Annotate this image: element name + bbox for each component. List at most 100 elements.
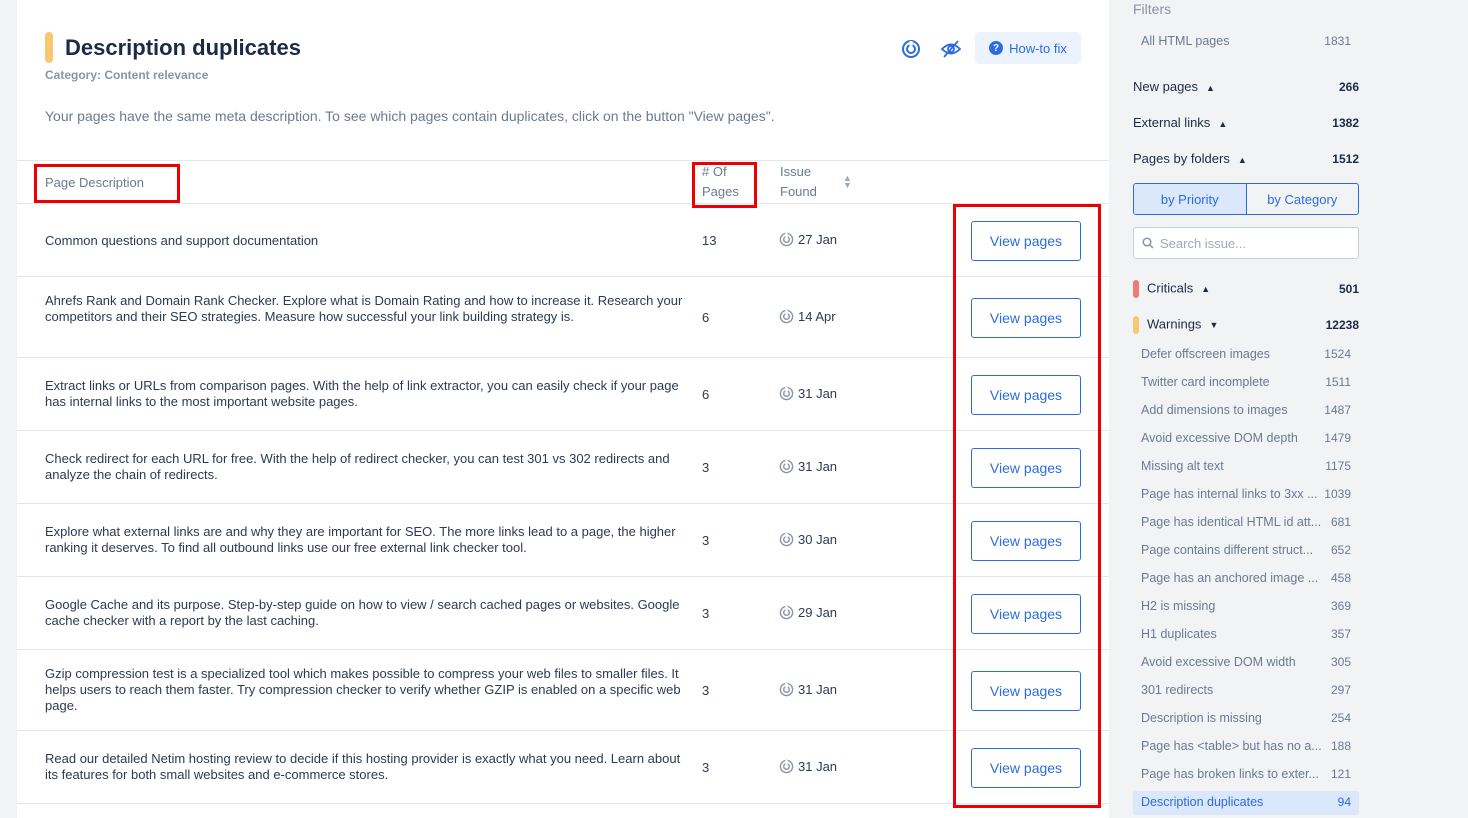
highlight-box-view-buttons xyxy=(953,204,1101,808)
table-row: Gzip compression test is a specialized t… xyxy=(17,650,1109,731)
row-page-count: 3 xyxy=(702,760,710,775)
filter-label: Criticals xyxy=(1147,280,1194,296)
question-icon: ? xyxy=(989,41,1004,55)
filter-count: 1382 xyxy=(1332,115,1359,130)
row-date: 31 Jan xyxy=(798,386,838,401)
table-row: Read our detailed Netim hosting review t… xyxy=(17,731,1109,804)
search-box xyxy=(1133,227,1359,259)
row-issue-found: 31 Jan xyxy=(779,759,837,774)
filter-group-warnings[interactable]: Warnings ▼ 12238 xyxy=(1133,316,1359,334)
filter-label: Page has <table> but has no a... xyxy=(1141,739,1321,753)
category-label: Category: Content relevance xyxy=(45,68,209,82)
filter-warning-item[interactable]: H2 is missing 369 xyxy=(1141,599,1351,613)
search-icon xyxy=(1142,237,1154,249)
filter-label: H2 is missing xyxy=(1141,599,1216,613)
row-issue-found: 30 Jan xyxy=(779,532,837,547)
filter-warning-item[interactable]: Missing alt text 1175 xyxy=(1141,459,1351,473)
filter-warning-item[interactable]: Description is missing 254 xyxy=(1141,711,1351,725)
row-page-count: 3 xyxy=(702,533,710,548)
column-issue-found[interactable]: Issue Found xyxy=(780,162,817,202)
chevron-up-icon: ▲ xyxy=(1237,155,1247,165)
filter-count: 1039 xyxy=(1324,487,1351,501)
column-issue-found-line1: Issue xyxy=(780,164,812,179)
filter-label: Page has broken links to exter... xyxy=(1141,767,1319,781)
filter-count: 1511 xyxy=(1325,375,1351,389)
filter-warning-item[interactable]: Page has an anchored image ... 458 xyxy=(1141,571,1351,585)
table-row: Check redirect for each URL for free. Wi… xyxy=(17,431,1109,504)
table-header: Page Description # Of Pages Issue Found … xyxy=(17,160,1109,204)
filter-label: 301 redirects xyxy=(1141,683,1214,697)
row-description: Explore what external links are and why … xyxy=(45,524,676,555)
filter-all-html-pages[interactable]: All HTML pages 1831 xyxy=(1141,34,1351,48)
filter-count: 357 xyxy=(1330,627,1351,641)
filter-count: 12238 xyxy=(1325,318,1359,332)
filter-warning-item[interactable]: Twitter card incomplete 1511 xyxy=(1141,375,1351,389)
filter-count: 652 xyxy=(1330,543,1351,557)
ahrefs-rank-icon[interactable] xyxy=(900,38,922,60)
filter-label: All HTML pages xyxy=(1141,34,1230,48)
row-description: Gzip compression test is a specialized t… xyxy=(45,666,681,713)
filter-count: 1512 xyxy=(1332,151,1359,166)
filter-group-pages-by-folders[interactable]: Pages by folders ▲ 1512 xyxy=(1133,151,1359,166)
filter-warning-item[interactable]: Page has broken links to exter... 121 xyxy=(1141,767,1351,781)
table-row: Extract links or URLs from comparison pa… xyxy=(17,358,1109,431)
ahrefs-rank-icon xyxy=(779,309,794,324)
filter-label: External links xyxy=(1133,115,1211,130)
highlight-box-description xyxy=(34,164,180,203)
row-page-count: 6 xyxy=(702,387,710,402)
table-row: Ahrefs Rank and Domain Rank Checker. Exp… xyxy=(17,277,1109,358)
row-page-count: 13 xyxy=(702,233,717,248)
tab-by-priority[interactable]: by Priority xyxy=(1134,184,1247,214)
filter-count: 121 xyxy=(1330,767,1351,781)
row-date: 30 Jan xyxy=(798,532,838,547)
filter-label: Description is missing xyxy=(1141,711,1262,725)
filter-label: Twitter card incomplete xyxy=(1141,375,1270,389)
row-date: 27 Jan xyxy=(798,232,838,247)
chevron-up-icon: ▲ xyxy=(1218,119,1228,129)
ahrefs-rank-icon xyxy=(779,682,794,697)
filter-warning-item[interactable]: Description duplicates 94 xyxy=(1141,795,1351,809)
filter-count: 188 xyxy=(1330,739,1351,753)
page-title: Description duplicates xyxy=(65,35,301,60)
row-page-count: 6 xyxy=(702,310,710,325)
tab-by-category[interactable]: by Category xyxy=(1247,184,1359,214)
filter-label: Page has internal links to 3xx ... xyxy=(1141,487,1318,501)
sort-icon[interactable]: ▲ ▼ xyxy=(843,174,852,190)
filter-warning-item[interactable]: Defer offscreen images 1524 xyxy=(1141,347,1351,361)
how-to-fix-label: How-to fix xyxy=(1009,40,1067,56)
main-panel: Description duplicates Category: Content… xyxy=(17,0,1109,818)
filter-label: New pages xyxy=(1133,79,1199,94)
filter-warning-item[interactable]: 301 redirects 297 xyxy=(1141,683,1351,697)
filter-warning-item[interactable]: Page contains different struct... 652 xyxy=(1141,543,1351,557)
row-issue-found: 31 Jan xyxy=(779,459,837,474)
row-page-count: 3 xyxy=(702,606,710,621)
filter-count: 305 xyxy=(1330,655,1351,669)
filter-warning-item[interactable]: Add dimensions to images 1487 xyxy=(1141,403,1351,417)
filter-warning-item[interactable]: Page has <table> but has no a... 188 xyxy=(1141,739,1351,753)
row-description: Check redirect for each URL for free. Wi… xyxy=(45,451,670,482)
ahrefs-rank-icon xyxy=(779,459,794,474)
filter-group-new-pages[interactable]: New pages ▲ 266 xyxy=(1133,79,1359,94)
search-input[interactable] xyxy=(1160,235,1350,251)
hide-icon[interactable] xyxy=(940,38,962,60)
filter-warning-item[interactable]: Page has internal links to 3xx ... 1039 xyxy=(1141,487,1351,501)
filter-label: Avoid excessive DOM depth xyxy=(1141,431,1298,445)
how-to-fix-button[interactable]: ? How-to fix xyxy=(975,32,1081,64)
filter-label: Description duplicates xyxy=(1141,795,1264,809)
row-description: Ahrefs Rank and Domain Rank Checker. Exp… xyxy=(45,293,683,324)
filter-label: Add dimensions to images xyxy=(1141,403,1288,417)
ahrefs-rank-icon xyxy=(779,386,794,401)
row-issue-found: 31 Jan xyxy=(779,386,837,401)
filter-group-external-links[interactable]: External links ▲ 1382 xyxy=(1133,115,1359,130)
filter-label: Avoid excessive DOM width xyxy=(1141,655,1296,669)
chevron-up-icon: ▲ xyxy=(1201,284,1211,295)
row-issue-found: 27 Jan xyxy=(779,232,837,247)
row-date: 31 Jan xyxy=(798,759,838,774)
critical-color-bar xyxy=(1133,280,1139,298)
filter-group-criticals[interactable]: Criticals ▲ 501 xyxy=(1133,280,1359,298)
filter-warning-item[interactable]: H1 duplicates 357 xyxy=(1141,627,1351,641)
filter-count: 1524 xyxy=(1324,347,1351,361)
filter-warning-item[interactable]: Avoid excessive DOM depth 1479 xyxy=(1141,431,1351,445)
filter-warning-item[interactable]: Avoid excessive DOM width 305 xyxy=(1141,655,1351,669)
filter-warning-item[interactable]: Page has identical HTML id att... 681 xyxy=(1141,515,1351,529)
